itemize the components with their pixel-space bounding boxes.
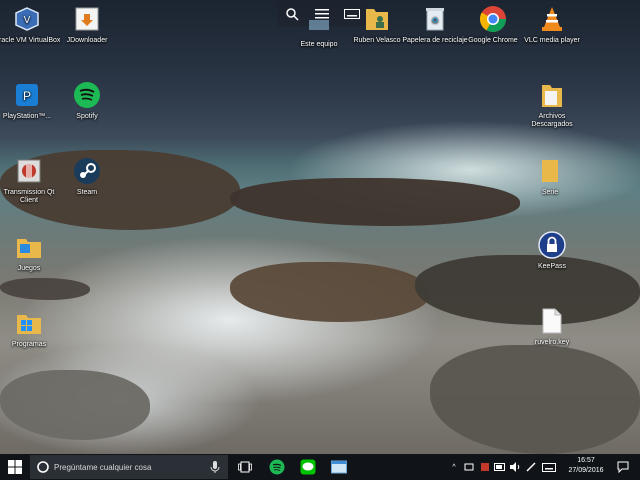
tray-icon-network[interactable]: [462, 454, 476, 480]
vlc-icon: [537, 4, 567, 34]
rock-decoration: [0, 370, 150, 440]
network-icon: [464, 463, 474, 471]
desktop-icon-label: JDownloader: [66, 37, 108, 44]
tray-icon-app[interactable]: [478, 454, 492, 480]
user-folder-icon: [362, 4, 392, 34]
desktop-icon-label: Juegos: [17, 265, 41, 272]
rock-decoration: [0, 278, 90, 300]
folder-icon: [14, 308, 44, 338]
clock-date: 27/09/2016: [568, 467, 604, 474]
desktop-icon-serie[interactable]: Serie: [515, 156, 585, 197]
battery-icon: [494, 463, 505, 471]
desktop-icon-steam[interactable]: Steam: [52, 156, 122, 197]
desktop-icon-label: KeePass: [537, 263, 567, 270]
svg-text:♻: ♻: [431, 16, 438, 25]
start-button[interactable]: [0, 454, 30, 480]
spotify-icon: [72, 80, 102, 110]
folder-icon: [14, 232, 44, 262]
rock-decoration: [430, 345, 640, 454]
desktop-icon-label: ruvelro.key: [534, 339, 570, 346]
folder-icon: [537, 80, 567, 110]
line-icon: [300, 459, 316, 475]
search-placeholder: Pregúntame cualquier cosa: [54, 462, 152, 472]
desktop-icon-label: Steam: [76, 189, 98, 196]
tray-caret-label: ^: [452, 463, 456, 471]
explorer-icon: [331, 460, 347, 474]
desktop-icon-spotify[interactable]: Spotify: [52, 80, 122, 121]
volume-icon: [510, 462, 520, 472]
keyboard-icon: [542, 462, 556, 472]
notification-icon: [617, 461, 629, 473]
playstation-icon: P: [12, 80, 42, 110]
desktop-icon-keyfile[interactable]: ruvelro.key: [517, 306, 587, 347]
microphone-icon[interactable]: [210, 460, 220, 474]
cortana-circle-icon: [37, 461, 49, 473]
desktop-icon-jdownloader[interactable]: JDownloader: [52, 4, 122, 45]
file-icon: [537, 306, 567, 336]
tray-icon-battery[interactable]: [493, 454, 507, 480]
recycle-bin-icon: ♻: [420, 4, 450, 34]
folder-icon: [535, 156, 565, 186]
desktop-icon-label: Serie: [541, 189, 559, 196]
cortana-search-box[interactable]: Pregúntame cualquier cosa: [30, 455, 228, 479]
svg-text:P: P: [23, 89, 31, 103]
desktop-icon-label: VLC media player: [524, 37, 580, 44]
rock-decoration: [230, 262, 430, 322]
taskbar: Pregúntame cualquier cosa ^ 16:57 27/09/…: [0, 454, 640, 480]
app-tray-icon: [481, 463, 489, 471]
tray-icon-volume[interactable]: [508, 454, 522, 480]
desktop: V Oracle VM VirtualBox JDownloader P Pla…: [0, 0, 640, 454]
task-view-icon: [238, 461, 252, 473]
taskbar-spotify[interactable]: [264, 454, 290, 480]
spotify-icon: [269, 459, 285, 475]
computer-icon: [304, 8, 334, 38]
desktop-icon-juegos[interactable]: Juegos: [0, 232, 64, 273]
desktop-icon-keepass[interactable]: KeePass: [517, 230, 587, 271]
desktop-icon-label: Archivos Descargados: [531, 113, 573, 128]
keepass-icon: [537, 230, 567, 260]
tray-keyboard[interactable]: [541, 454, 557, 480]
desktop-icon-label: Programas: [11, 341, 47, 348]
desktop-icon-vlc[interactable]: VLC media player: [517, 4, 587, 45]
clock-time: 16:57: [577, 457, 595, 464]
windows-logo-icon: [8, 460, 22, 474]
virtualbox-icon: V: [12, 4, 42, 34]
taskbar-clock[interactable]: 16:57 27/09/2016: [560, 456, 612, 476]
desktop-icon-programas[interactable]: Programas: [0, 308, 64, 349]
svg-text:V: V: [24, 15, 31, 26]
steam-icon: [72, 156, 102, 186]
notification-center-button[interactable]: [612, 454, 634, 480]
pen-icon: [526, 462, 536, 472]
desktop-icon-label: Spotify: [76, 113, 98, 120]
taskbar-line[interactable]: [295, 454, 321, 480]
transmission-icon: [14, 156, 44, 186]
tray-caret[interactable]: ^: [448, 454, 460, 480]
taskbar-explorer[interactable]: [326, 454, 352, 480]
tray-icon-pen[interactable]: [524, 454, 538, 480]
rock-decoration: [230, 178, 520, 226]
chrome-icon: [478, 4, 508, 34]
desktop-icon-archivos[interactable]: Archivos Descargados: [517, 80, 587, 129]
task-view-button[interactable]: [232, 454, 258, 480]
jdownloader-icon: [72, 4, 102, 34]
